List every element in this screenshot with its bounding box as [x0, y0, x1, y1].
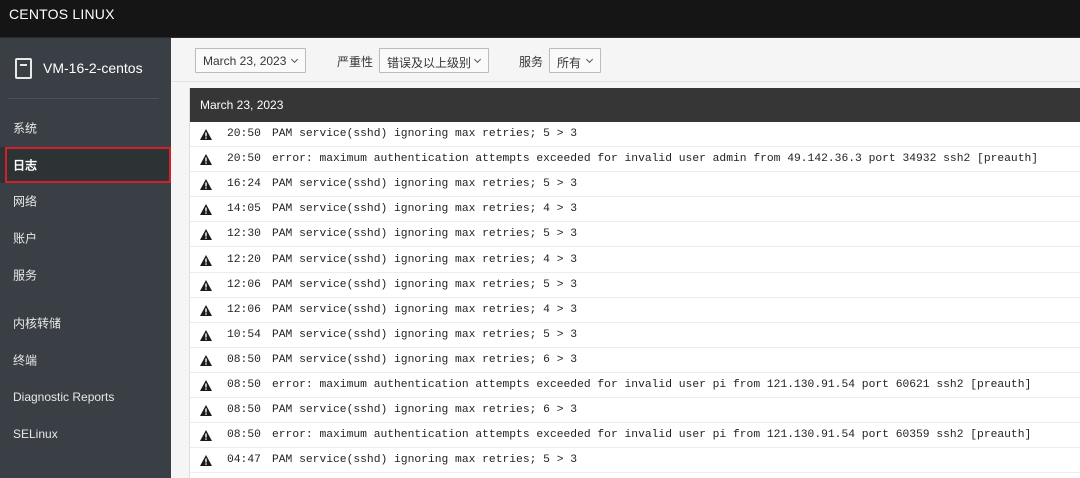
log-time: 20:50: [227, 128, 261, 140]
log-entry[interactable]: 20:50 PAM service(sshd) ignoring max retr…: [190, 122, 1080, 147]
severity-dropdown-value: 错误及以上级别: [387, 56, 472, 70]
chevron-down-icon: [473, 55, 482, 64]
warning-triangle-icon: [200, 304, 212, 316]
log-entry[interactable]: 16:24 PAM service(sshd) ignoring max retr…: [190, 172, 1080, 198]
log-message: PAM service(sshd) ignoring max retries; …: [272, 203, 578, 216]
log-message: PAM service(sshd) ignoring max retries; …: [272, 128, 578, 140]
sidebar-item-label: 服务: [13, 268, 38, 283]
sidebar-item[interactable]: 内核转储: [0, 306, 171, 340]
host-name: VM-16-2-centos: [43, 60, 143, 76]
log-time: 16:24: [227, 178, 261, 191]
log-time: 12:06: [227, 303, 261, 316]
sidebar-item[interactable]: 系统: [0, 111, 171, 145]
log-entry[interactable]: 08:50 PAM service(sshd) ignoring max retr…: [190, 347, 1080, 373]
sidebar-divider: [8, 98, 159, 99]
server-icon: [15, 58, 32, 79]
log-time: 20:50: [227, 153, 261, 166]
sidebar-item[interactable]: 网络: [0, 184, 171, 218]
warning-triangle-icon: [200, 329, 212, 341]
log-message: PAM service(sshd) ignoring max retries; …: [272, 353, 578, 366]
log-time: 14:05: [227, 203, 261, 216]
log-entry[interactable]: 04:47 PAM service(sshd) ignoring max retr…: [190, 448, 1080, 474]
sidebar-item-label: Diagnostic Reports: [13, 390, 115, 404]
log-message: PAM service(sshd) ignoring max retries; …: [272, 228, 578, 241]
service-dropdown-value: 所有: [557, 56, 582, 70]
log-message: PAM service(sshd) ignoring max retries; …: [272, 328, 578, 341]
log-time: 08:50: [227, 379, 261, 391]
log-time: 10:54: [227, 328, 261, 341]
warning-triangle-icon: [200, 354, 212, 366]
log-message: PAM service(sshd) ignoring max retries; …: [272, 303, 578, 316]
log-entry[interactable]: 20:50 error: maximum authentication attem…: [190, 147, 1080, 173]
log-message: error: maximum authentication attempts e…: [272, 429, 1032, 442]
log-entry[interactable]: 12:20 PAM service(sshd) ignoring max retr…: [190, 247, 1080, 273]
log-entry[interactable]: 08:50 error: maximum authentication attem…: [190, 373, 1080, 398]
sidebar-item-label: 内核转储: [13, 316, 62, 331]
brand-title: CENTOS LINUX: [9, 6, 115, 22]
log-message: PAM service(sshd) ignoring max retries; …: [272, 454, 578, 467]
chevron-down-icon: [290, 55, 299, 64]
top-bar: CENTOS LINUX: [0, 0, 1080, 38]
sidebar-item-label: 账户: [13, 231, 38, 246]
sidebar-item-label: 系统: [13, 121, 38, 136]
day-header-label: March 23, 2023: [200, 98, 284, 112]
sidebar-item-label: 终端: [13, 353, 38, 368]
log-message: PAM service(sshd) ignoring max retries; …: [272, 178, 578, 191]
log-time: 08:50: [227, 404, 261, 417]
warning-triangle-icon: [200, 154, 212, 166]
date-dropdown-value: March 23, 2023: [203, 54, 287, 68]
warning-triangle-icon: [200, 229, 212, 241]
warning-triangle-icon: [200, 455, 212, 467]
severity-dropdown[interactable]: 错误及以上级别: [379, 48, 489, 73]
log-entry[interactable]: 12:06 PAM service(sshd) ignoring max retr…: [190, 297, 1080, 323]
log-entry[interactable]: 14:05 PAM service(sshd) ignoring max retr…: [190, 197, 1080, 223]
warning-triangle-icon: [200, 380, 212, 391]
sidebar-item[interactable]: Diagnostic Reports: [0, 380, 171, 414]
log-entry[interactable]: 08:50 PAM service(sshd) ignoring max retr…: [190, 398, 1080, 424]
warning-triangle-icon: [200, 204, 212, 216]
sidebar-item-label: 网络: [13, 194, 38, 209]
service-dropdown[interactable]: 所有: [549, 48, 601, 73]
log-time: 04:47: [227, 454, 261, 467]
warning-triangle-icon: [200, 279, 212, 291]
log-time: 12:20: [227, 253, 261, 266]
day-header: March 23, 2023: [190, 88, 1080, 122]
log-time: 12:06: [227, 278, 261, 291]
filter-toolbar: March 23, 2023 严重性 错误及以上级别 服务 所有: [171, 38, 1080, 82]
sidebar-item[interactable]: 日志: [0, 147, 171, 183]
severity-label: 严重性: [337, 55, 374, 69]
sidebar-item[interactable]: 终端: [0, 343, 171, 377]
log-time: 08:50: [227, 429, 261, 442]
sidebar-item[interactable]: 服务: [0, 258, 171, 292]
log-time: 08:50: [227, 353, 261, 366]
log-entry[interactable]: 10:54 PAM service(sshd) ignoring max retr…: [190, 322, 1080, 348]
log-entry[interactable]: 08:50 error: maximum authentication attem…: [190, 423, 1080, 449]
log-time: 12:30: [227, 228, 261, 241]
service-label: 服务: [519, 55, 544, 69]
date-dropdown[interactable]: March 23, 2023: [195, 48, 306, 73]
log-message: error: maximum authentication attempts e…: [272, 153, 1039, 166]
log-message: error: maximum authentication attempts e…: [272, 379, 1032, 391]
warning-triangle-icon: [200, 254, 212, 266]
main-content: March 23, 2023 严重性 错误及以上级别 服务 所有 March 2…: [171, 38, 1080, 478]
log-entry[interactable]: 12:30 PAM service(sshd) ignoring max retr…: [190, 222, 1080, 248]
sidebar-item[interactable]: SELinux: [0, 417, 171, 451]
warning-triangle-icon: [200, 179, 212, 191]
warning-triangle-icon: [200, 129, 212, 140]
sidebar: VM-16-2-centos 系统日志网络账户服务内核转储终端 Diagnosti…: [0, 38, 171, 478]
sidebar-item-label: 日志: [13, 158, 38, 173]
warning-triangle-icon: [200, 430, 212, 442]
log-message: PAM service(sshd) ignoring max retries; …: [272, 253, 578, 266]
warning-triangle-icon: [200, 405, 212, 417]
sidebar-item[interactable]: 账户: [0, 221, 171, 255]
log-message: PAM service(sshd) ignoring max retries; …: [272, 278, 578, 291]
chevron-down-icon: [585, 55, 594, 64]
log-panel: March 23, 2023 20:50 PAM service(sshd) ig…: [189, 88, 1080, 478]
sidebar-item-label: SELinux: [13, 427, 58, 441]
log-entry[interactable]: 12:06 PAM service(sshd) ignoring max retr…: [190, 272, 1080, 298]
log-message: PAM service(sshd) ignoring max retries; …: [272, 404, 578, 417]
host-selector[interactable]: VM-16-2-centos: [0, 38, 171, 98]
